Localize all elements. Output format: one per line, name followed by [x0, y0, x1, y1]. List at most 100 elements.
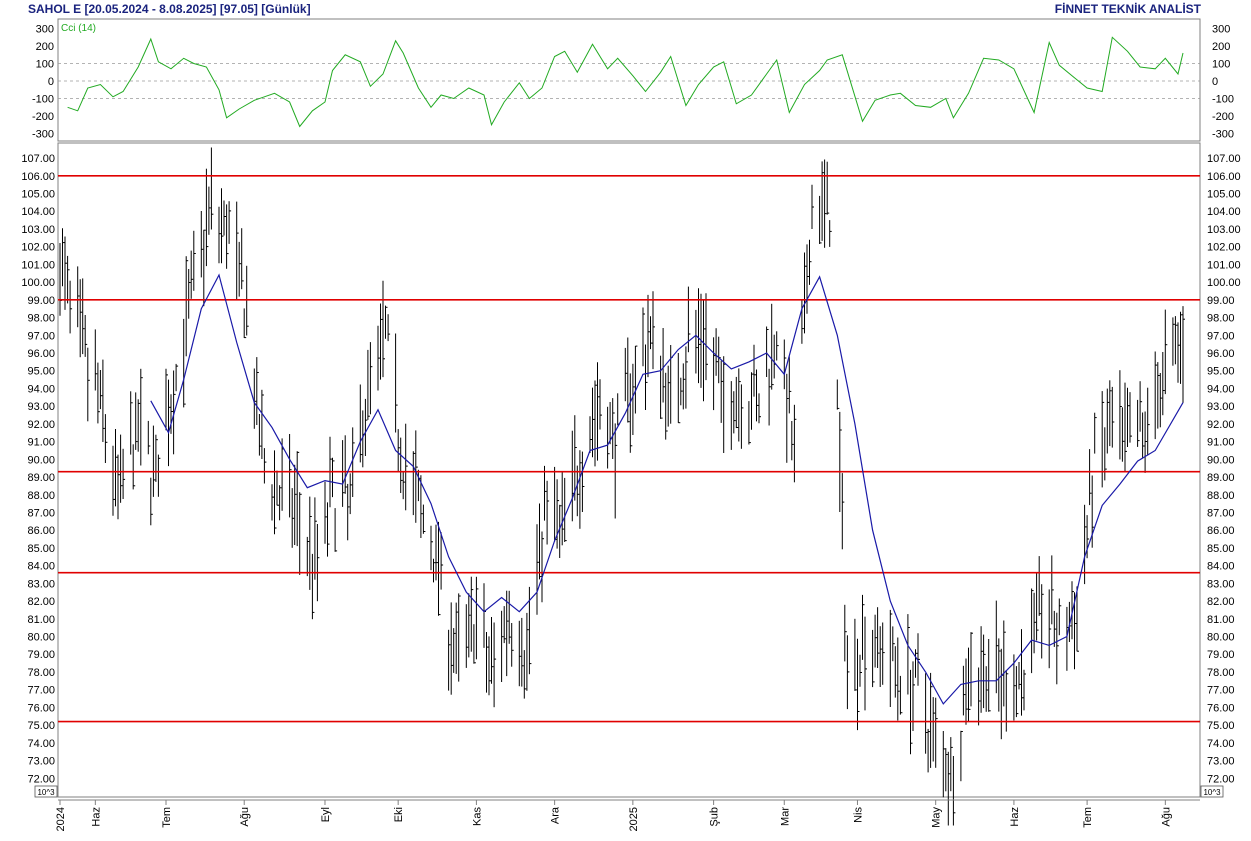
- price-tick-label: 98.00: [1207, 313, 1235, 325]
- price-tick-label: 97.00: [27, 330, 55, 342]
- price-tick-label: 98.00: [27, 313, 55, 325]
- price-tick-label: 72.00: [27, 773, 55, 785]
- price-tick-label: 99.00: [1207, 295, 1235, 307]
- price-tick-label: 103.00: [1207, 224, 1241, 236]
- price-tick-label: 76.00: [1207, 702, 1235, 714]
- price-tick-label: 74.00: [1207, 738, 1235, 750]
- price-tick-label: 93.00: [1207, 401, 1235, 413]
- cci-tick-label: -300: [32, 129, 54, 141]
- price-tick-label: 87.00: [27, 507, 55, 519]
- price-tick-label: 86.00: [1207, 525, 1235, 537]
- price-tick-label: 102.00: [21, 242, 55, 254]
- cci-tick-label: 100: [36, 59, 54, 71]
- price-tick-label: 90.00: [27, 454, 55, 466]
- price-tick-label: 94.00: [1207, 383, 1235, 395]
- cci-tick-label: 0: [1212, 76, 1218, 88]
- x-tick-label: 2025: [628, 807, 640, 831]
- x-tick-label: Ağu: [239, 807, 251, 827]
- price-tick-label: 101.00: [21, 259, 55, 271]
- price-tick-label: 77.00: [1207, 685, 1235, 697]
- cci-tick-label: 0: [48, 76, 54, 88]
- cci-tick-label: 100: [1212, 59, 1230, 71]
- cci-tick-label: 200: [36, 41, 54, 53]
- price-tick-label: 100.00: [1207, 277, 1241, 289]
- x-tick-label: Mar: [779, 807, 791, 826]
- price-tick-label: 99.00: [27, 295, 55, 307]
- price-tick-label: 102.00: [1207, 242, 1241, 254]
- x-tick-label: Haz: [90, 807, 102, 827]
- price-tick-label: 75.00: [27, 720, 55, 732]
- price-tick-label: 84.00: [27, 561, 55, 573]
- price-tick-label: 80.00: [27, 632, 55, 644]
- price-tick-label: 87.00: [1207, 507, 1235, 519]
- x-tick-label: 2024: [55, 807, 67, 831]
- price-tick-label: 86.00: [27, 525, 55, 537]
- price-tick-label: 93.00: [27, 401, 55, 413]
- price-tick-label: 96.00: [1207, 348, 1235, 360]
- price-tick-label: 107.00: [1207, 153, 1241, 165]
- scale-note-right: 10^3: [1203, 788, 1221, 797]
- price-tick-label: 82.00: [1207, 596, 1235, 608]
- price-tick-label: 92.00: [1207, 419, 1235, 431]
- x-tick-label: Tem: [1082, 807, 1094, 828]
- cci-tick-label: 300: [1212, 24, 1230, 36]
- price-tick-label: 106.00: [21, 171, 55, 183]
- price-tick-label: 85.00: [1207, 543, 1235, 555]
- price-tick-label: 92.00: [27, 419, 55, 431]
- price-tick-label: 96.00: [27, 348, 55, 360]
- price-tick-label: 75.00: [1207, 720, 1235, 732]
- cci-tick-label: -300: [1212, 129, 1234, 141]
- price-tick-label: 107.00: [21, 153, 55, 165]
- price-tick-label: 89.00: [27, 472, 55, 484]
- price-tick-label: 105.00: [21, 189, 55, 201]
- price-tick-label: 81.00: [1207, 614, 1235, 626]
- x-tick-label: Nis: [853, 807, 865, 823]
- price-tick-label: 72.00: [1207, 773, 1235, 785]
- price-tick-label: 88.00: [1207, 490, 1235, 502]
- x-tick-label: Eki: [393, 807, 405, 822]
- price-tick-label: 100.00: [21, 277, 55, 289]
- cci-tick-label: 300: [36, 24, 54, 36]
- price-tick-label: 88.00: [27, 490, 55, 502]
- price-tick-label: 89.00: [1207, 472, 1235, 484]
- price-panel: 107.00 106.00 105.00 104.00 103.00 102.00 101.…: [21, 142, 1241, 826]
- price-tick-label: 80.00: [1207, 632, 1235, 644]
- price-tick-label: 73.00: [1207, 756, 1235, 768]
- cci-tick-label: -100: [32, 94, 54, 106]
- cci-panel: 300 200 100 0 -100 -200 -300 300 200 100 0 -100 -20…: [32, 18, 1234, 142]
- price-tick-label: 76.00: [27, 702, 55, 714]
- price-tick-label: 83.00: [1207, 578, 1235, 590]
- cci-indicator-label: Cci (14): [61, 23, 96, 34]
- price-tick-label: 83.00: [27, 578, 55, 590]
- price-tick-label: 85.00: [27, 543, 55, 555]
- x-tick-label: Eyl: [320, 807, 332, 822]
- chart-canvas: 300 200 100 0 -100 -200 -300 300 200 100 0 -100 -20…: [21, 18, 1241, 831]
- x-tick-label: Ağu: [1160, 807, 1172, 827]
- price-tick-label: 73.00: [27, 756, 55, 768]
- price-tick-label: 81.00: [27, 614, 55, 626]
- price-tick-label: 78.00: [1207, 667, 1235, 679]
- cci-tick-label: -100: [1212, 94, 1234, 106]
- price-tick-label: 79.00: [27, 649, 55, 661]
- chart-frame: SAHOL E [20.05.2024 - 8.08.2025] [97.05]…: [0, 0, 1251, 841]
- x-tick-label: Ara: [550, 806, 562, 824]
- price-tick-label: 77.00: [27, 685, 55, 697]
- x-axis: 2024 Haz Tem Ağu Eyl Eki Kas Ara 2025 Şub Mar Nis Ma…: [55, 799, 1200, 831]
- cci-tick-label: -200: [32, 111, 54, 123]
- cci-tick-label: -200: [1212, 111, 1234, 123]
- x-tick-label: May: [931, 807, 943, 828]
- scale-note-left: 10^3: [37, 788, 55, 797]
- price-tick-label: 78.00: [27, 667, 55, 679]
- price-tick-label: 105.00: [1207, 189, 1241, 201]
- price-tick-label: 82.00: [27, 596, 55, 608]
- price-tick-label: 95.00: [27, 366, 55, 378]
- price-tick-label: 84.00: [1207, 561, 1235, 573]
- x-tick-label: Haz: [1009, 807, 1021, 827]
- price-tick-label: 94.00: [27, 383, 55, 395]
- price-tick-label: 90.00: [1207, 454, 1235, 466]
- x-tick-label: Şub: [709, 807, 721, 827]
- price-tick-label: 91.00: [27, 437, 55, 449]
- x-tick-label: Tem: [161, 807, 173, 828]
- cci-tick-label: 200: [1212, 41, 1230, 53]
- price-tick-label: 91.00: [1207, 437, 1235, 449]
